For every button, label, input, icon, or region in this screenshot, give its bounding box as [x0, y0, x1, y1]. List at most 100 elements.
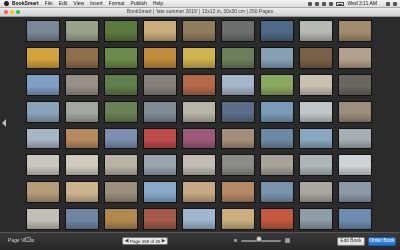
- photo-thumbnail[interactable]: [143, 46, 177, 69]
- photo-thumbnail[interactable]: [182, 181, 216, 204]
- photo-thumbnail[interactable]: [143, 208, 177, 230]
- order-book-button[interactable]: Order Book: [368, 237, 396, 246]
- photo-thumbnail[interactable]: [260, 73, 294, 96]
- photo-thumbnail[interactable]: [143, 181, 177, 204]
- photo-thumbnail[interactable]: [182, 154, 216, 177]
- photo-thumbnail[interactable]: [104, 20, 138, 42]
- zoom-slider-knob[interactable]: [256, 236, 262, 242]
- notification-center-icon[interactable]: [393, 1, 397, 6]
- photo-thumbnail[interactable]: [299, 127, 333, 150]
- scroll-left-arrow-icon[interactable]: [2, 119, 6, 127]
- photo-thumbnail[interactable]: [26, 127, 60, 150]
- photo-thumbnail[interactable]: [299, 154, 333, 177]
- photo-thumbnail[interactable]: [26, 181, 60, 204]
- photo-thumbnail[interactable]: [26, 100, 60, 123]
- menu-insert[interactable]: Insert: [90, 1, 103, 7]
- photo-thumbnail[interactable]: [221, 46, 255, 69]
- photo-thumbnail[interactable]: [65, 73, 99, 96]
- photo-thumbnail[interactable]: [260, 181, 294, 204]
- photo-thumbnail[interactable]: [104, 100, 138, 123]
- photo-thumbnail[interactable]: [26, 208, 60, 230]
- zoom-in-icon[interactable]: [285, 238, 290, 243]
- zoom-out-icon[interactable]: [234, 239, 237, 242]
- photo-thumbnail[interactable]: [182, 20, 216, 42]
- photo-thumbnail[interactable]: [26, 73, 60, 96]
- photo-thumbnail[interactable]: [65, 20, 99, 42]
- photo-thumbnail[interactable]: [143, 73, 177, 96]
- photo-thumbnail[interactable]: [299, 208, 333, 230]
- previous-page-icon[interactable]: ◀: [124, 239, 129, 244]
- photo-thumbnail[interactable]: [338, 181, 372, 204]
- photo-thumbnail[interactable]: [182, 127, 216, 150]
- dropbox-icon[interactable]: [308, 1, 313, 6]
- photo-thumbnail[interactable]: [143, 100, 177, 123]
- photo-thumbnail[interactable]: [221, 127, 255, 150]
- photo-thumbnail[interactable]: [26, 46, 60, 69]
- menu-clock[interactable]: Wed 3:11 AM: [347, 1, 377, 7]
- bluetooth-icon[interactable]: [315, 1, 320, 6]
- battery-icon[interactable]: [336, 1, 345, 6]
- photo-thumbnail[interactable]: [104, 208, 138, 230]
- photo-thumbnail[interactable]: [65, 100, 99, 123]
- menu-view[interactable]: View: [73, 1, 84, 7]
- photo-thumbnail[interactable]: [104, 181, 138, 204]
- photo-thumbnail[interactable]: [260, 100, 294, 123]
- photo-thumbnail[interactable]: [182, 46, 216, 69]
- photo-thumbnail[interactable]: [26, 20, 60, 42]
- photo-thumbnail[interactable]: [182, 73, 216, 96]
- photo-thumbnail[interactable]: [143, 127, 177, 150]
- edit-book-button[interactable]: Edit Book: [337, 237, 365, 246]
- photo-thumbnail[interactable]: [299, 46, 333, 69]
- photo-thumbnail[interactable]: [221, 100, 255, 123]
- photo-thumbnail[interactable]: [260, 208, 294, 230]
- photo-thumbnail[interactable]: [260, 46, 294, 69]
- menu-format[interactable]: Format: [109, 1, 125, 7]
- photo-thumbnail[interactable]: [338, 127, 372, 150]
- menu-app-name[interactable]: BookSmart: [12, 1, 39, 7]
- photo-thumbnail[interactable]: [260, 20, 294, 42]
- photo-thumbnail[interactable]: [104, 154, 138, 177]
- photo-thumbnail[interactable]: [221, 73, 255, 96]
- photo-thumbnail[interactable]: [104, 46, 138, 69]
- photo-thumbnail[interactable]: [221, 208, 255, 230]
- photo-thumbnail[interactable]: [104, 127, 138, 150]
- photo-thumbnail[interactable]: [338, 100, 372, 123]
- search-icon[interactable]: [386, 1, 390, 6]
- photo-thumbnail[interactable]: [338, 208, 372, 230]
- page-number-field[interactable]: Page 250 of 250: [130, 239, 160, 244]
- photo-thumbnail[interactable]: [221, 181, 255, 204]
- menu-help[interactable]: Help: [153, 1, 163, 7]
- page-thumbnail-grid: [26, 20, 372, 230]
- photo-thumbnail[interactable]: [65, 46, 99, 69]
- photo-thumbnail[interactable]: [260, 154, 294, 177]
- menu-file[interactable]: File: [45, 1, 53, 7]
- photo-thumbnail[interactable]: [299, 20, 333, 42]
- photo-thumbnail[interactable]: [65, 208, 99, 230]
- photo-thumbnail[interactable]: [338, 154, 372, 177]
- photo-thumbnail[interactable]: [221, 20, 255, 42]
- next-page-icon[interactable]: ▶: [161, 239, 166, 244]
- photo-thumbnail[interactable]: [65, 154, 99, 177]
- photo-thumbnail[interactable]: [143, 20, 177, 42]
- photo-thumbnail[interactable]: [338, 73, 372, 96]
- photo-thumbnail[interactable]: [65, 127, 99, 150]
- photo-thumbnail[interactable]: [299, 73, 333, 96]
- photo-thumbnail[interactable]: [221, 154, 255, 177]
- volume-icon[interactable]: [329, 1, 334, 6]
- photo-thumbnail[interactable]: [182, 100, 216, 123]
- photo-thumbnail[interactable]: [338, 20, 372, 42]
- page-views-dropdown[interactable]: [25, 237, 31, 242]
- photo-thumbnail[interactable]: [299, 100, 333, 123]
- photo-thumbnail[interactable]: [182, 208, 216, 230]
- photo-thumbnail[interactable]: [65, 181, 99, 204]
- photo-thumbnail[interactable]: [104, 73, 138, 96]
- photo-thumbnail[interactable]: [26, 154, 60, 177]
- photo-thumbnail[interactable]: [143, 154, 177, 177]
- photo-thumbnail[interactable]: [299, 181, 333, 204]
- wifi-icon[interactable]: [322, 1, 327, 6]
- photo-thumbnail[interactable]: [260, 127, 294, 150]
- menu-edit[interactable]: Edit: [59, 1, 68, 7]
- photo-thumbnail[interactable]: [338, 46, 372, 69]
- menu-publish[interactable]: Publish: [130, 1, 146, 7]
- apple-icon[interactable]: [4, 1, 9, 6]
